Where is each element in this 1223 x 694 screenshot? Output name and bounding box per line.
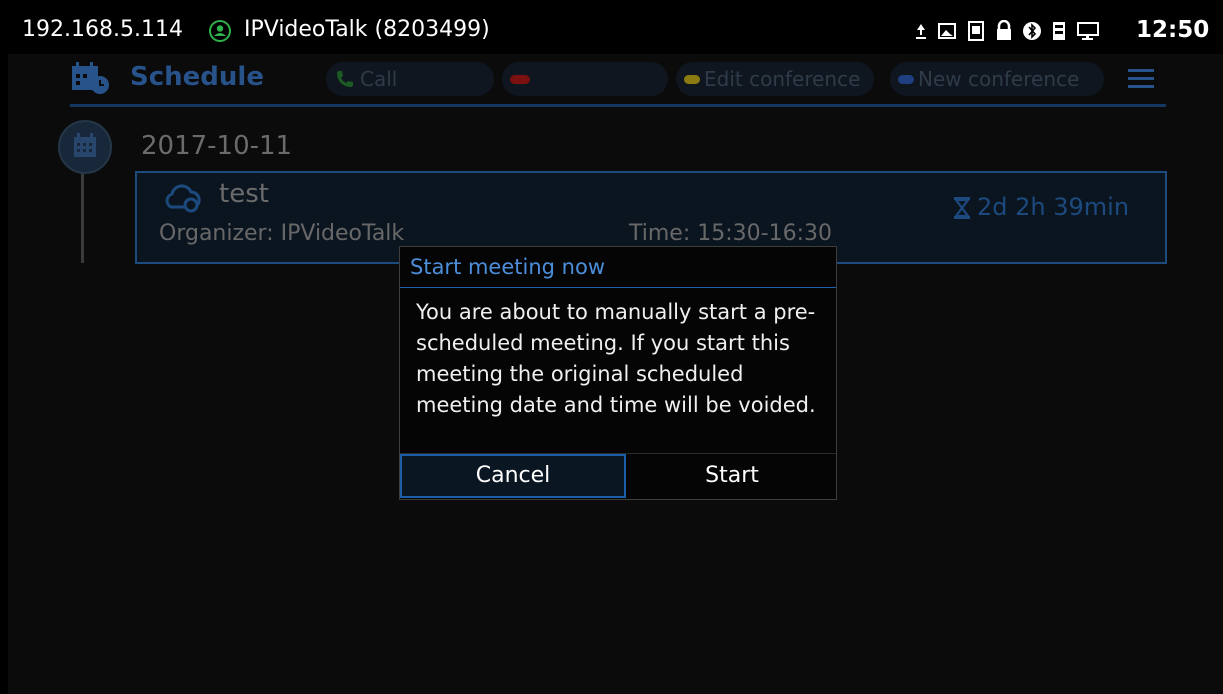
- cancel-button[interactable]: Cancel: [400, 454, 626, 498]
- new-conference-button[interactable]: New conference: [890, 62, 1104, 96]
- page-title: Schedule: [130, 62, 264, 92]
- new-conference-label: New conference: [918, 67, 1080, 91]
- blue-key-icon: [898, 74, 914, 84]
- hourglass-icon: [953, 197, 971, 219]
- call-button[interactable]: Call: [326, 62, 494, 96]
- lock-icon: [997, 20, 1011, 40]
- red-key-icon: [510, 74, 530, 84]
- meeting-name: test: [219, 179, 269, 209]
- menu-icon[interactable]: [1126, 66, 1156, 92]
- schedule-calendar-icon: [72, 62, 109, 94]
- countdown: 2d 2h 39min: [977, 193, 1130, 221]
- schedule-date: 2017-10-11: [141, 131, 293, 161]
- account-label: IPVideoTalk (8203499): [244, 17, 490, 42]
- timeline-calendar-icon: [58, 120, 112, 174]
- red-key-button[interactable]: [502, 62, 668, 96]
- meeting-organizer: Organizer: IPVideoTalk: [159, 221, 405, 246]
- dialog-header: Start meeting now: [400, 247, 836, 288]
- upload-icon: [916, 24, 926, 39]
- start-button[interactable]: Start: [628, 454, 836, 498]
- phone-icon: [337, 71, 353, 87]
- network-icon: [1077, 22, 1099, 40]
- bluetooth-icon: [1023, 22, 1041, 40]
- storage-icon: [1053, 22, 1065, 40]
- dialog-message: You are about to manually start a pre-sc…: [416, 300, 816, 417]
- clock: 12:50: [1136, 17, 1210, 43]
- app-frame: 192.168.5.114 IPVideoTalk (8203499) 12:5…: [8, 8, 1223, 694]
- calendar-icon: [74, 133, 96, 157]
- dialog-title: Start meeting now: [410, 255, 605, 279]
- sim-icon: [968, 21, 984, 41]
- start-meeting-dialog: Start meeting now You are about to manua…: [399, 246, 837, 500]
- ip-address: 192.168.5.114: [22, 17, 183, 42]
- dialog-buttons: Cancel Start: [400, 453, 836, 500]
- system-icons: [914, 20, 1100, 42]
- schedule-header: Schedule Call Edit conference New confer…: [8, 54, 1223, 106]
- cloud-meeting-icon: [165, 184, 201, 213]
- header-divider: [70, 104, 1166, 107]
- timeline-line: [81, 173, 84, 263]
- yellow-key-icon: [684, 74, 700, 84]
- meeting-time: Time: 15:30-16:30: [629, 221, 832, 246]
- account-icon: [209, 20, 231, 42]
- call-button-label: Call: [360, 67, 398, 91]
- status-bar: 192.168.5.114 IPVideoTalk (8203499) 12:5…: [8, 8, 1223, 54]
- image-icon: [938, 23, 956, 39]
- edit-conference-label: Edit conference: [704, 67, 861, 91]
- edit-conference-button[interactable]: Edit conference: [676, 62, 874, 96]
